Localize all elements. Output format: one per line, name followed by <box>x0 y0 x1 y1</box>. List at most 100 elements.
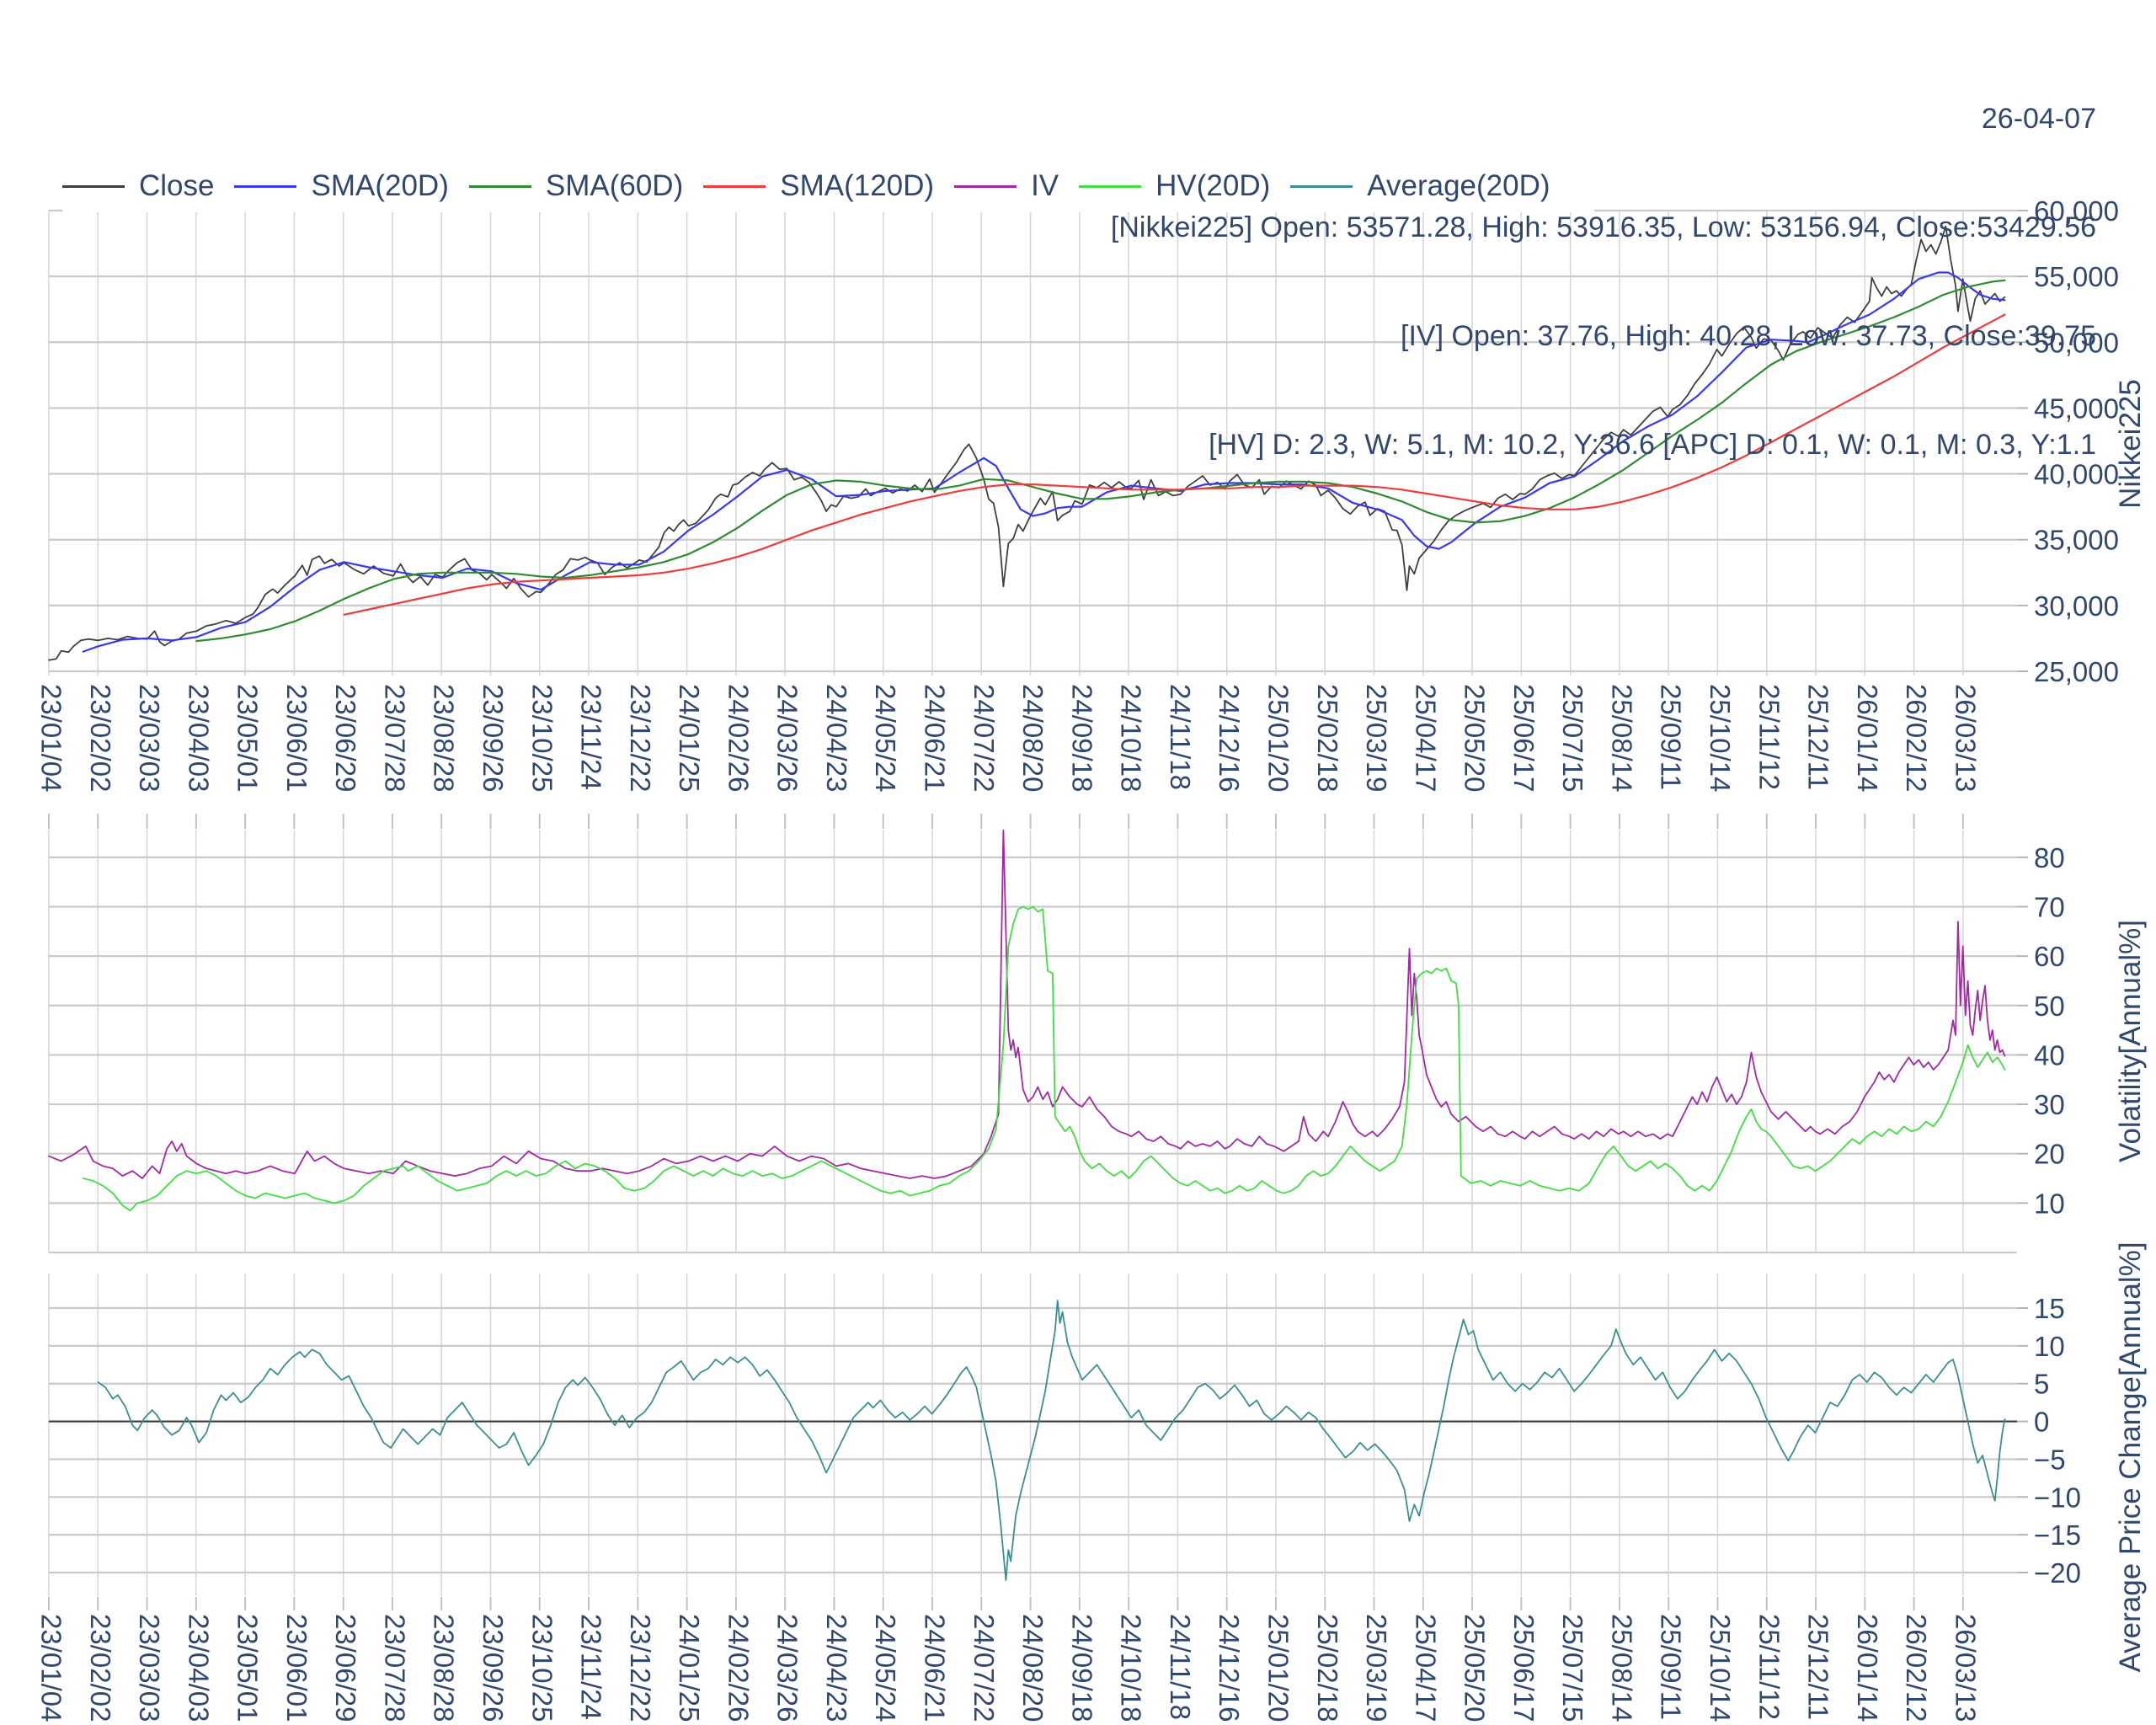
chart-page: 25,000 30,000 35,000 40,000 45,000 50,000 55,0… <box>0 0 2156 1725</box>
x-tick-label: 23/06/01 <box>281 1614 312 1722</box>
x-tick-label: 23/10/25 <box>526 1614 558 1722</box>
y-tick-label: 15 <box>2034 1293 2065 1324</box>
x-tick-label: 23/05/01 <box>232 1614 264 1722</box>
legend-item-close: Close <box>62 169 214 203</box>
x-tick-label: 23/04/03 <box>183 684 214 792</box>
x-tick-label: 25/03/19 <box>1361 684 1392 792</box>
y-tick-label: 70 <box>2034 891 2065 922</box>
x-tick-label: 23/09/26 <box>478 1614 509 1722</box>
legend-line-swatch <box>954 184 1017 188</box>
x-tick-label: 23/11/24 <box>576 1614 607 1720</box>
header-nikkei-ohlc: [Nikkei225] Open: 53571.28, High: 53916.… <box>1110 211 2096 243</box>
legend-line-swatch <box>62 184 125 188</box>
header-hv-apc: [HV] D: 2.3, W: 5.1, M: 10.2, Y:36.6 [AP… <box>1209 429 2096 461</box>
x-tick-label: 25/11/12 <box>1753 684 1785 790</box>
x-tick-label: 25/12/11 <box>1803 684 1834 790</box>
legend-item-sma-60d: SMA(60D) <box>468 169 684 203</box>
x-tick-label: 26/03/13 <box>1950 1614 1981 1722</box>
x-tick-label: 25/09/11 <box>1656 684 1687 790</box>
x-tick-label: 23/02/02 <box>85 1614 116 1722</box>
x-tick-label: 24/03/26 <box>772 1614 803 1722</box>
series-line-iv <box>48 829 2006 1179</box>
x-tick-label: 24/06/21 <box>920 1614 951 1722</box>
x-tick-label: 23/08/28 <box>429 684 460 792</box>
legend-line-swatch <box>234 184 297 188</box>
legend-label: SMA(60D) <box>545 169 684 202</box>
x-tick-label: 23/03/03 <box>134 684 165 792</box>
x-tick-label: 23/07/28 <box>379 1614 410 1722</box>
x-tick-label: 24/04/23 <box>821 684 852 792</box>
x-tick-label: 26/01/14 <box>1852 684 1883 792</box>
legend-item-iv: IV <box>954 169 1059 203</box>
series-line-average-20d <box>97 1300 2006 1581</box>
legend-line-swatch <box>703 184 766 188</box>
x-tick-label: 24/12/16 <box>1214 1614 1245 1722</box>
x-tick-label: 24/07/22 <box>969 684 1000 792</box>
x-tick-label: 25/01/20 <box>1262 684 1294 792</box>
x-tick-label: 23/05/01 <box>232 684 264 792</box>
y-axis-volatility: 10 20 30 40 50 60 70 80 <box>2017 842 2065 1219</box>
legend-line-swatch <box>468 184 531 188</box>
x-tick-label: 26/02/12 <box>1901 1614 1932 1722</box>
legend-label: HV(20D) <box>1155 169 1271 202</box>
x-tick-label: 24/11/18 <box>1165 1614 1196 1720</box>
x-tick-label: 24/11/18 <box>1165 684 1196 790</box>
y-tick-label: 10 <box>2034 1331 2065 1362</box>
x-tick-label: 23/03/03 <box>134 1614 165 1722</box>
x-tick-label: 24/09/18 <box>1066 684 1097 792</box>
x-tick-label: 25/04/17 <box>1410 684 1441 792</box>
x-tick-label: 23/12/22 <box>625 684 656 792</box>
y-tick-label: −5 <box>2034 1444 2066 1475</box>
y-axis-title-price: Nikkei225 <box>2114 379 2147 509</box>
x-tick-label: 24/01/25 <box>674 1614 705 1722</box>
y-tick-label: 25,000 <box>2034 656 2119 687</box>
y-tick-label: 10 <box>2034 1188 2065 1219</box>
x-tick-label: 24/08/20 <box>1017 684 1049 792</box>
y-axis-apc: −20 −15 −10 −5 0 5 10 15 <box>2017 1293 2081 1589</box>
x-tick-label: 23/01/04 <box>36 684 67 792</box>
y-tick-label: 5 <box>2034 1369 2049 1400</box>
x-tick-label: 25/02/18 <box>1312 1614 1343 1722</box>
x-tick-label: 25/06/17 <box>1508 1614 1540 1722</box>
legend-label: IV <box>1031 169 1059 202</box>
x-tick-label: 23/06/29 <box>330 684 361 792</box>
x-axis-row-1: 23/01/04 23/02/02 23/03/03 23/04/03 23/05/01… <box>36 684 1981 829</box>
x-tick-label: 24/05/24 <box>870 684 901 792</box>
x-tick-label: 25/06/17 <box>1508 684 1540 792</box>
x-tick-label: 25/12/11 <box>1803 1614 1834 1720</box>
x-tick-label: 25/10/14 <box>1705 1614 1736 1722</box>
x-tick-label: 25/11/12 <box>1753 1614 1785 1720</box>
y-tick-label: 60 <box>2034 941 2065 972</box>
x-tick-label: 26/03/13 <box>1950 684 1981 792</box>
header-iv-ohlc: [IV] Open: 37.76, High: 40.28, Low: 37.7… <box>1401 320 2096 352</box>
x-tick-label: 24/10/18 <box>1116 684 1147 792</box>
horizontal-gridlines <box>49 856 2017 1254</box>
x-tick-label: 23/04/03 <box>183 1614 214 1722</box>
x-tick-label: 24/02/26 <box>723 684 754 792</box>
x-tick-label: 24/12/16 <box>1214 684 1245 792</box>
header-date: 26-04-07 <box>1981 103 2096 135</box>
y-axis-title-volatility: Volatility[Annual%] <box>2114 920 2147 1162</box>
x-tick-label: 25/02/18 <box>1312 684 1343 792</box>
y-axis-title-apc: Average Price Change[Annual%] <box>2114 1242 2147 1672</box>
vertical-gridlines <box>48 830 1964 1252</box>
x-tick-label: 23/11/24 <box>576 684 607 790</box>
x-tick-label: 25/05/20 <box>1460 684 1491 792</box>
x-tick-label: 23/07/28 <box>379 684 410 792</box>
series-line-hv-20d <box>83 905 2006 1212</box>
x-tick-label: 24/08/20 <box>1017 1614 1049 1722</box>
x-tick-label: 23/10/25 <box>526 684 558 792</box>
x-tick-label: 25/09/11 <box>1656 1614 1687 1720</box>
y-tick-label: 30,000 <box>2034 590 2119 622</box>
legend-item-average-20d: Average(20D) <box>1290 169 1550 203</box>
y-tick-label: −10 <box>2034 1482 2081 1513</box>
x-tick-label: 26/01/14 <box>1852 1614 1883 1722</box>
x-tick-label: 26/02/12 <box>1901 684 1932 792</box>
y-tick-label: −20 <box>2034 1557 2081 1589</box>
x-tick-label: 25/04/17 <box>1410 1614 1441 1722</box>
x-tick-label: 24/02/26 <box>723 1614 754 1722</box>
x-tick-label: 24/04/23 <box>821 1614 852 1722</box>
x-tick-label: 25/07/15 <box>1557 684 1588 792</box>
x-tick-label: 23/01/04 <box>36 1614 67 1722</box>
y-tick-label: 0 <box>2034 1407 2049 1438</box>
